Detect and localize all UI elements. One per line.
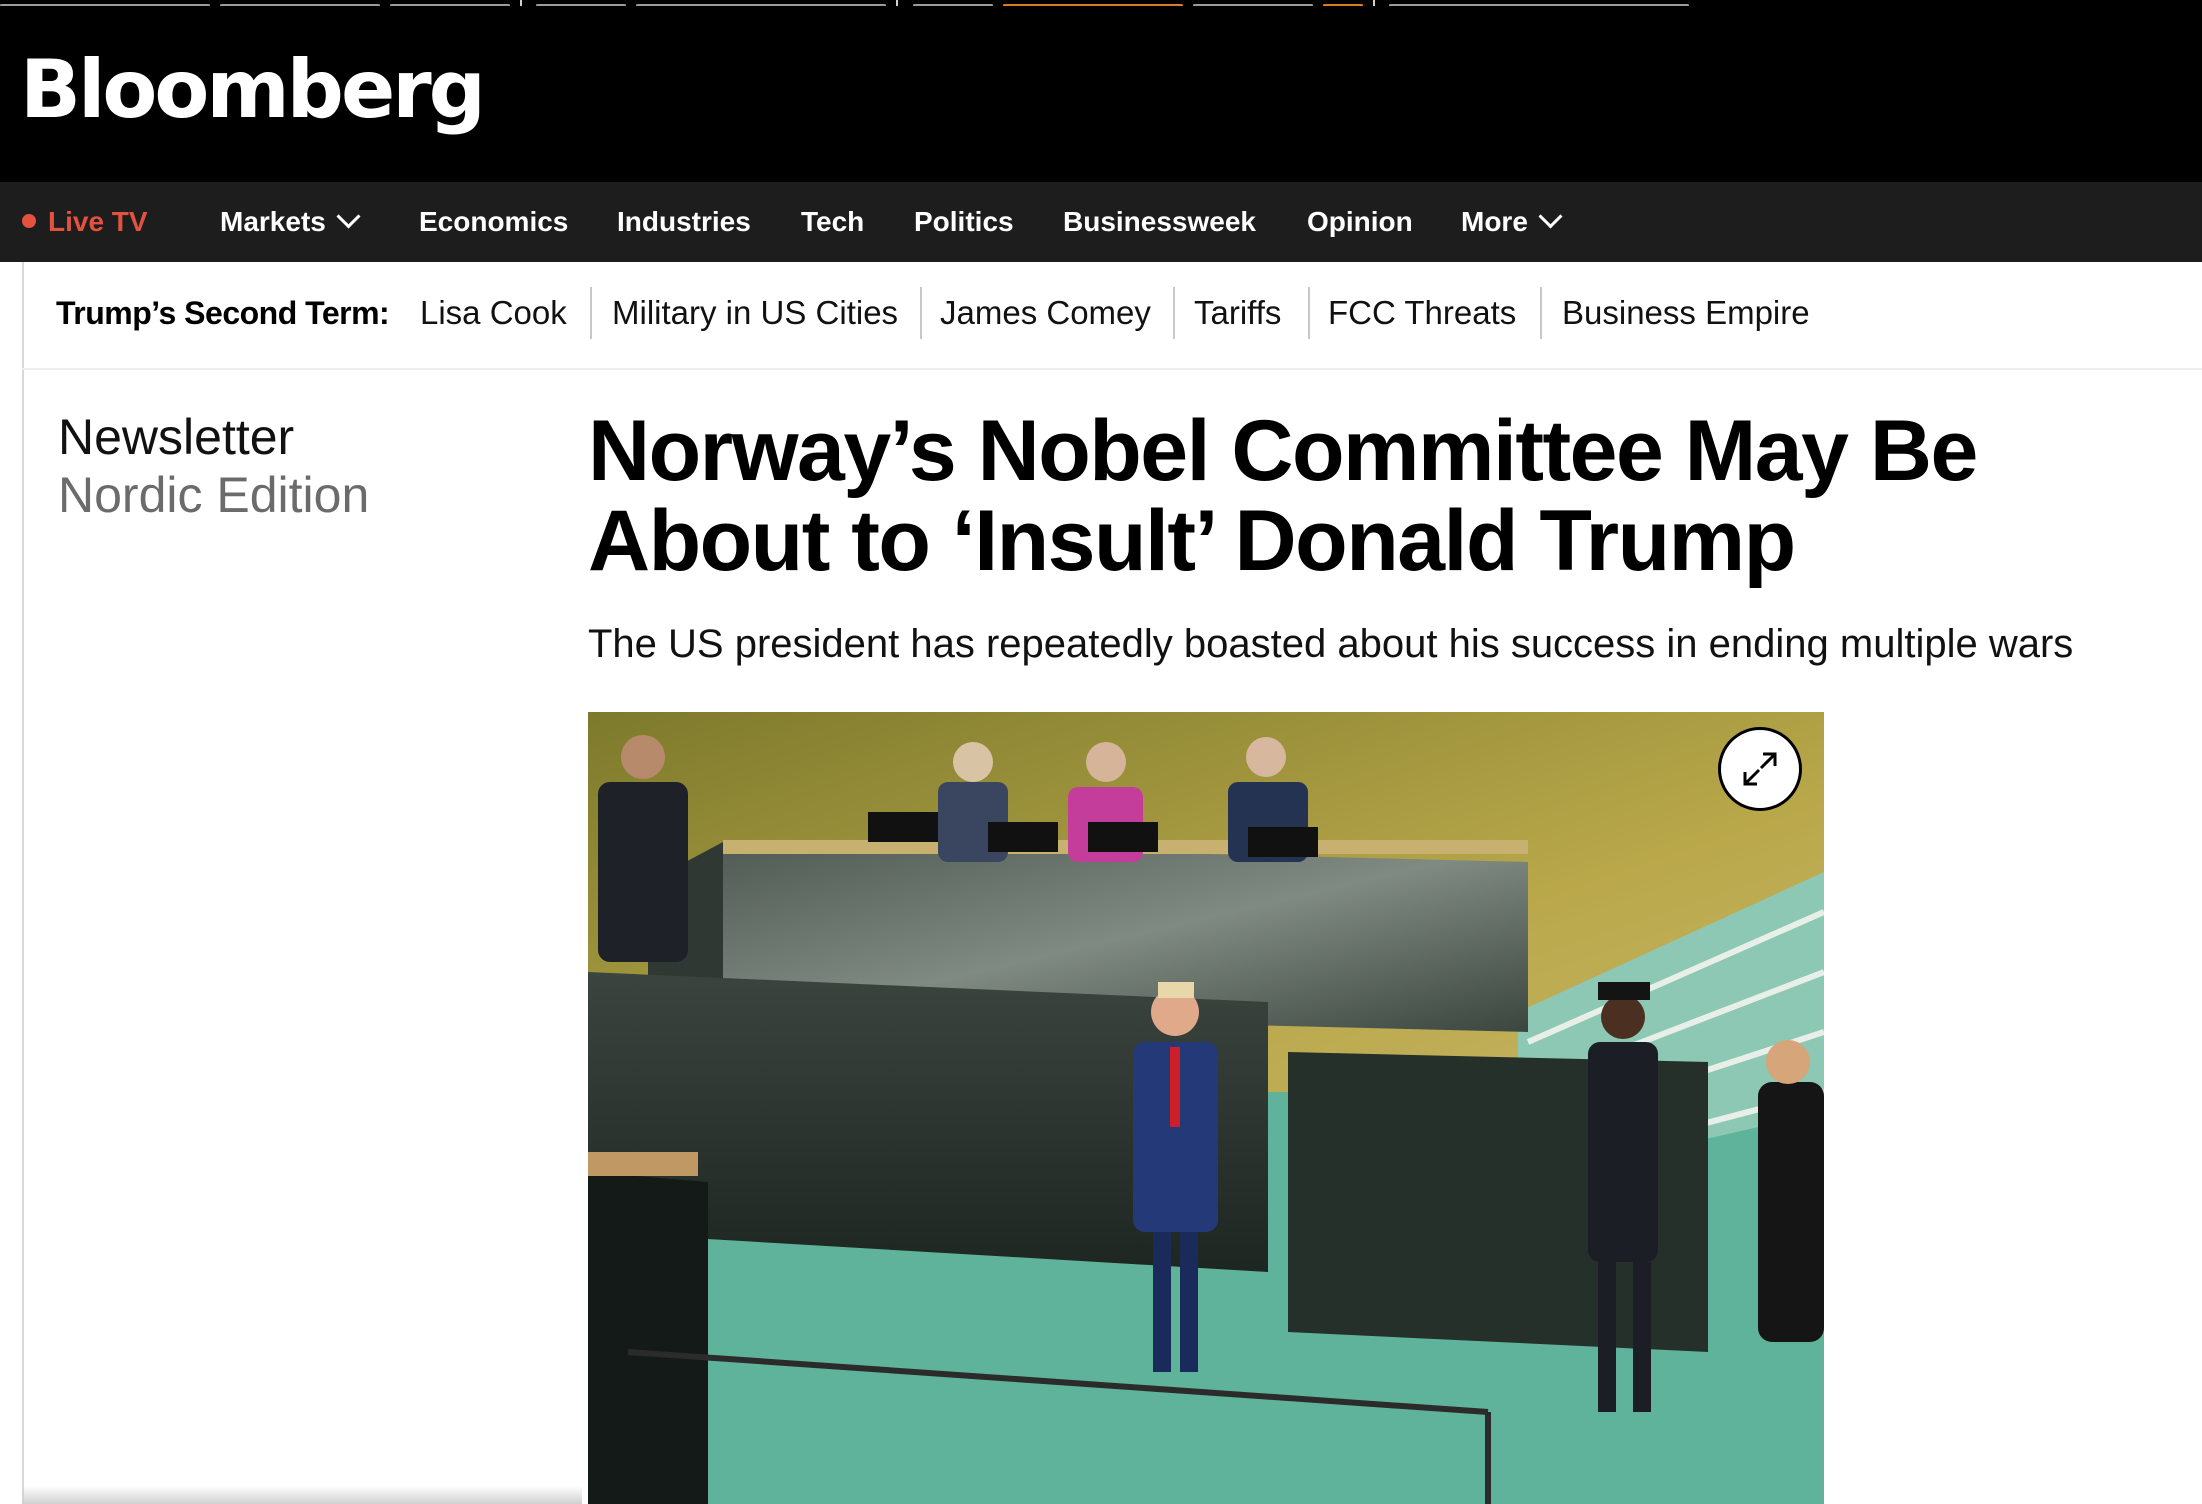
nav-item-tech[interactable]: Tech [801, 182, 864, 262]
bottom-shadow [22, 1486, 582, 1504]
nav-item-label: More [1461, 206, 1528, 237]
nav-item-politics[interactable]: Politics [914, 182, 1014, 262]
bloomberg-logo[interactable]: Bloomberg [20, 50, 486, 130]
lead-photo-illustration [588, 712, 1824, 1504]
topic-lisa-cook[interactable]: Lisa Cook [420, 287, 567, 339]
topic-divider [1308, 287, 1310, 339]
nav-item-economics[interactable]: Economics [419, 182, 568, 262]
nav-item-label: Markets [220, 206, 326, 237]
topic-divider [920, 287, 922, 339]
nav-item-businessweek[interactable]: Businessweek [1063, 182, 1256, 262]
nav-item-opinion[interactable]: Opinion [1307, 182, 1413, 262]
nav-item-more[interactable]: More [1461, 182, 1563, 262]
topic-divider [1540, 287, 1542, 339]
masthead: Bloomberg [0, 0, 2202, 182]
nav-item-label: Tech [801, 206, 865, 237]
chevron-down-icon [1538, 204, 1563, 229]
nav-item-label: Businessweek [1063, 206, 1256, 237]
topic-military-in-us-cities[interactable]: Military in US Cities [612, 287, 898, 339]
lead-photo[interactable] [588, 712, 1824, 1504]
newsletter-edition[interactable]: Nordic Edition [58, 466, 369, 524]
article-dek: The US president has repeatedly boasted … [588, 622, 2074, 666]
nav-item-label: Politics [914, 206, 1014, 237]
expand-icon [1743, 752, 1777, 786]
expand-photo-button[interactable] [1718, 727, 1802, 811]
topic-strip-label: Trump’s Second Term: [56, 295, 390, 331]
topic-strip: Trump’s Second Term: Lisa Cook Military … [22, 262, 2202, 370]
nav-item-industries[interactable]: Industries [617, 182, 751, 262]
nav-item-markets[interactable]: Markets [220, 182, 361, 262]
topic-business-empire[interactable]: Business Empire [1562, 287, 1810, 339]
live-tv-link[interactable]: Live TV [22, 182, 148, 262]
topic-divider [1173, 287, 1175, 339]
headline-line-1: Norway’s Nobel Committee May Be [588, 403, 1978, 499]
main-nav: Live TV Markets Economics Industries Tec… [0, 182, 2202, 262]
headline-line-2: About to ‘Insult’ Donald Trump [588, 493, 1796, 589]
newsletter-title[interactable]: Newsletter [58, 408, 294, 466]
topic-james-comey[interactable]: James Comey [940, 287, 1151, 339]
chevron-down-icon [336, 204, 361, 229]
topic-tariffs[interactable]: Tariffs [1194, 287, 1281, 339]
live-dot-icon [22, 213, 36, 228]
topic-fcc-threats[interactable]: FCC Threats [1328, 287, 1516, 339]
topic-divider [590, 287, 592, 339]
article-headline: Norway’s Nobel Committee May Be About to… [588, 406, 2148, 586]
nav-item-label: Industries [617, 206, 751, 237]
nav-item-label: Opinion [1307, 206, 1413, 237]
live-tv-label: Live TV [48, 206, 148, 237]
left-divider [22, 262, 24, 1504]
top-ticker-strip[interactable] [0, 0, 1800, 6]
nav-item-label: Economics [419, 206, 569, 237]
